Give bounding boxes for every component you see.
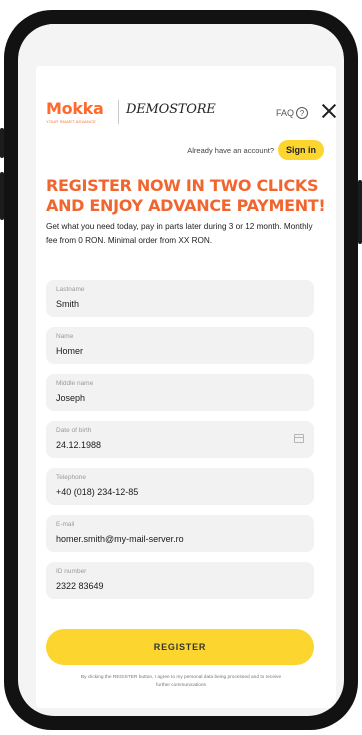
close-icon[interactable] — [320, 102, 338, 120]
sign-in-button[interactable]: Sign in — [278, 140, 324, 160]
birth-date-value: 24.12.1988 — [56, 440, 102, 450]
registration-card: Mokka your smart advance DEMOSTORE FAQ ?… — [36, 66, 336, 708]
phone-volume-button — [0, 128, 4, 158]
telephone-value: +40 (018) 234-12-85 — [56, 487, 139, 497]
name-value: Homer — [56, 346, 84, 356]
phone-volume-button-lower — [0, 172, 4, 220]
middle-name-field[interactable]: Middle name Joseph — [46, 374, 314, 411]
telephone-label: Telephone — [56, 474, 86, 481]
lastname-field[interactable]: Lastname Smith — [46, 280, 314, 317]
mokka-logo-text: Mokka — [46, 99, 104, 118]
logo-divider — [118, 100, 119, 124]
status-bar — [18, 24, 344, 54]
email-label: E-mail — [56, 521, 75, 528]
email-field[interactable]: E-mail homer.smith@my-mail-server.ro — [46, 515, 314, 552]
phone-screen: Mokka your smart advance DEMOSTORE FAQ ?… — [18, 24, 344, 716]
header: Mokka your smart advance DEMOSTORE FAQ ? — [46, 100, 330, 130]
phone-frame: Mokka your smart advance DEMOSTORE FAQ ?… — [0, 10, 362, 730]
birth-date-label: Date of birth — [56, 427, 92, 434]
register-button[interactable]: REGISTER — [46, 629, 314, 665]
id-number-value: 2322 83649 — [56, 581, 104, 591]
consent-text: By clicking the REGISTER button, I agree… — [80, 675, 282, 688]
question-icon: ? — [296, 107, 309, 119]
faq-label: FAQ — [276, 108, 295, 118]
signin-row: Already have an account? Sign in — [187, 140, 324, 160]
partner-store-logo: DEMOSTORE — [126, 102, 216, 117]
name-field[interactable]: Name Homer — [46, 327, 314, 364]
lastname-value: Smith — [56, 299, 80, 309]
lastname-label: Lastname — [56, 286, 85, 293]
telephone-field[interactable]: Telephone +40 (018) 234-12-85 — [46, 468, 314, 505]
middle-name-label: Middle name — [56, 380, 94, 387]
mokka-logo: Mokka your smart advance — [46, 99, 104, 125]
registration-form: Lastname Smith Name Homer Middle name Jo… — [46, 280, 314, 609]
middle-name-value: Joseph — [56, 393, 86, 403]
id-number-label: ID number — [56, 568, 87, 575]
account-prompt: Already have an account? — [187, 145, 274, 155]
calendar-icon[interactable] — [294, 434, 304, 443]
id-number-field[interactable]: ID number 2322 83649 — [46, 562, 314, 599]
name-label: Name — [56, 333, 74, 340]
faq-link[interactable]: FAQ ? — [276, 107, 309, 119]
mokka-logo-tagline: your smart advance — [46, 119, 97, 124]
phone-power-button — [358, 180, 362, 244]
page-title: Register now in two clicks and enjoy adv… — [46, 176, 326, 215]
description-text: Get what you need today, pay in parts la… — [46, 222, 313, 245]
birth-date-field[interactable]: Date of birth 24.12.1988 — [46, 421, 314, 458]
email-value: homer.smith@my-mail-server.ro — [56, 534, 184, 544]
